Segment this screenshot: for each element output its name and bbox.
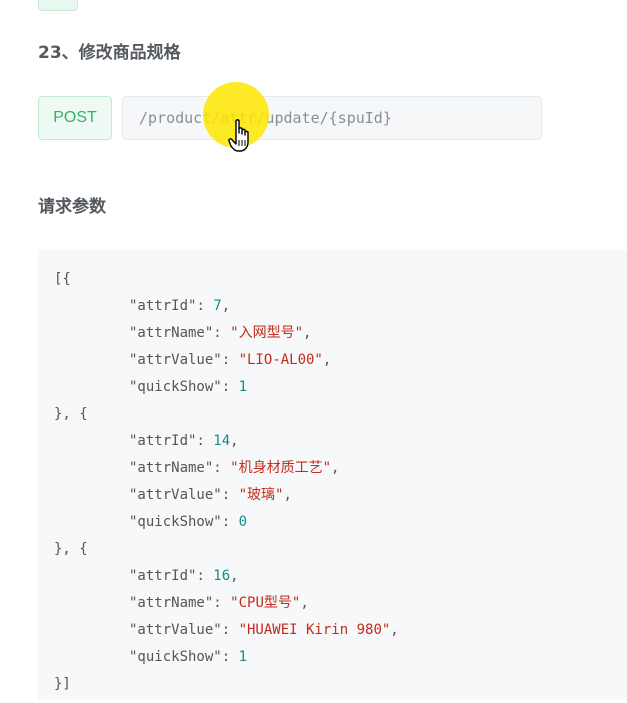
code-separator: }, { — [54, 406, 88, 422]
endpoint-path[interactable]: /product/attr/update/{spuId} — [122, 96, 542, 140]
code-line: "attrValue": "LIO-AL00", — [129, 352, 332, 368]
code-separator: }, { — [54, 541, 88, 557]
code-key: "attrValue" — [129, 352, 222, 368]
code-value-number: 1 — [238, 649, 248, 665]
code-key: "attrValue" — [129, 622, 222, 638]
code-value-string: "入网型号" — [230, 325, 304, 341]
code-value-string: "机身材质工艺" — [230, 460, 332, 476]
code-value-string: "CPU型号" — [230, 595, 301, 611]
code-line: "attrName": "入网型号", — [129, 325, 312, 341]
code-line-separator: }, { — [54, 401, 627, 428]
code-line: "attrValue": "HUAWEI Kirin 980", — [129, 622, 399, 638]
code-block: [{ "attrId": 7, "attrName": "入网型号", "att… — [38, 250, 627, 700]
code-key: "attrName" — [129, 325, 214, 341]
code-line: "attrId": 16, — [129, 568, 239, 584]
code-value-number: 0 — [238, 514, 248, 530]
code-value-string: "HUAWEI Kirin 980" — [238, 622, 391, 638]
code-line: "quickShow": 0 — [129, 514, 248, 530]
code-line-close: }] — [54, 671, 627, 698]
code-key: "attrId" — [129, 433, 197, 449]
code-value-number: 16 — [213, 568, 231, 584]
code-value-number: 14 — [213, 433, 231, 449]
code-close-bracket: }] — [54, 676, 71, 692]
code-line: "attrName": "机身材质工艺", — [129, 460, 340, 476]
code-key: "quickShow" — [129, 649, 222, 665]
code-line: "quickShow": 1 — [129, 649, 248, 665]
code-key: "attrName" — [129, 595, 214, 611]
previous-method-badge — [38, 0, 78, 11]
code-key: "quickShow" — [129, 514, 222, 530]
code-key: "attrId" — [129, 298, 197, 314]
method-badge: POST — [38, 96, 112, 140]
code-line: "attrId": 7, — [129, 298, 231, 314]
code-line: "attrValue": "玻璃", — [129, 487, 292, 503]
endpoint-bar: POST /product/attr/update/{spuId} — [38, 96, 542, 140]
code-line: "quickShow": 1 — [129, 379, 248, 395]
code-value-number: 1 — [238, 379, 248, 395]
code-value-string: "玻璃" — [238, 487, 284, 503]
code-line: "attrId": 14, — [129, 433, 239, 449]
section-title: 23、修改商品规格 — [38, 43, 181, 63]
code-value-number: 7 — [213, 298, 222, 314]
code-key: "attrValue" — [129, 487, 222, 503]
code-open-bracket: [{ — [54, 271, 71, 287]
request-params-heading: 请求参数 — [38, 197, 106, 217]
code-key: "quickShow" — [129, 379, 222, 395]
code-key: "attrId" — [129, 568, 197, 584]
code-line: "attrName": "CPU型号", — [129, 595, 309, 611]
code-line-open: [{ — [54, 266, 627, 293]
code-value-string: "LIO-AL00" — [238, 352, 323, 368]
code-line-separator: }, { — [54, 536, 627, 563]
code-key: "attrName" — [129, 460, 214, 476]
